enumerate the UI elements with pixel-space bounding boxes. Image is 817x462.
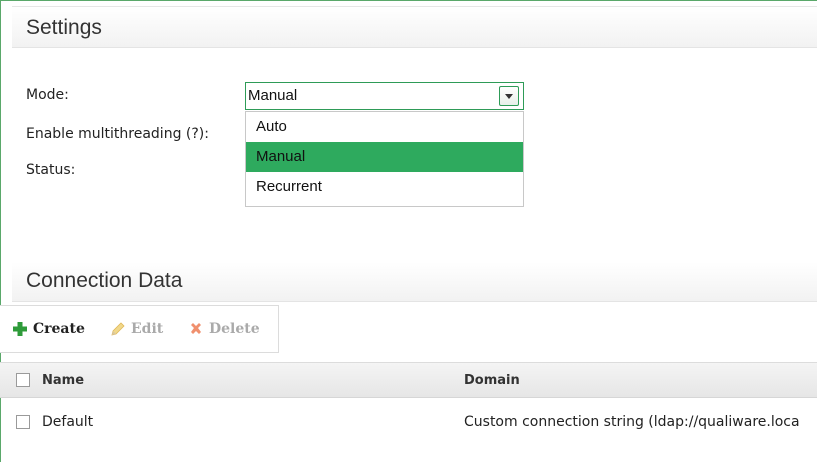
edit-button[interactable]: Edit (110, 321, 163, 337)
mode-dropdown-list: Auto Manual Recurrent (245, 111, 524, 207)
table-row[interactable]: Default Custom connection string (ldap:/… (0, 405, 817, 441)
multithreading-label: Enable multithreading (?): (26, 126, 209, 142)
connection-data-title: Connection Data (26, 269, 183, 292)
x-icon (188, 321, 204, 337)
column-header-name[interactable]: Name (42, 373, 84, 388)
mode-option-manual[interactable]: Manual (246, 142, 523, 172)
connection-data-header: Connection Data (12, 262, 817, 302)
mode-option-recurrent[interactable]: Recurrent (246, 172, 523, 202)
chevron-down-icon[interactable] (499, 86, 519, 106)
status-label: Status: (26, 162, 76, 178)
column-header-domain[interactable]: Domain (464, 373, 520, 388)
settings-header: Settings (12, 6, 817, 48)
mode-label: Mode: (26, 87, 69, 103)
mode-select[interactable]: Manual (245, 82, 524, 110)
mode-select-value: Manual (248, 87, 298, 104)
connection-toolbar: Create Edit Delete (0, 305, 279, 353)
create-button[interactable]: Create (12, 321, 85, 337)
table-header: Name Domain (0, 362, 817, 398)
delete-button[interactable]: Delete (188, 321, 260, 337)
create-label: Create (33, 321, 85, 337)
pencil-icon (110, 321, 126, 337)
edit-label: Edit (131, 321, 164, 337)
delete-label: Delete (209, 321, 260, 337)
row-domain: Custom connection string (ldap://qualiwa… (464, 414, 800, 430)
mode-option-auto[interactable]: Auto (246, 112, 523, 142)
plus-icon (12, 321, 28, 337)
settings-title: Settings (26, 16, 102, 39)
row-checkbox[interactable] (16, 415, 30, 429)
select-all-checkbox[interactable] (16, 373, 30, 387)
row-name: Default (42, 414, 94, 430)
